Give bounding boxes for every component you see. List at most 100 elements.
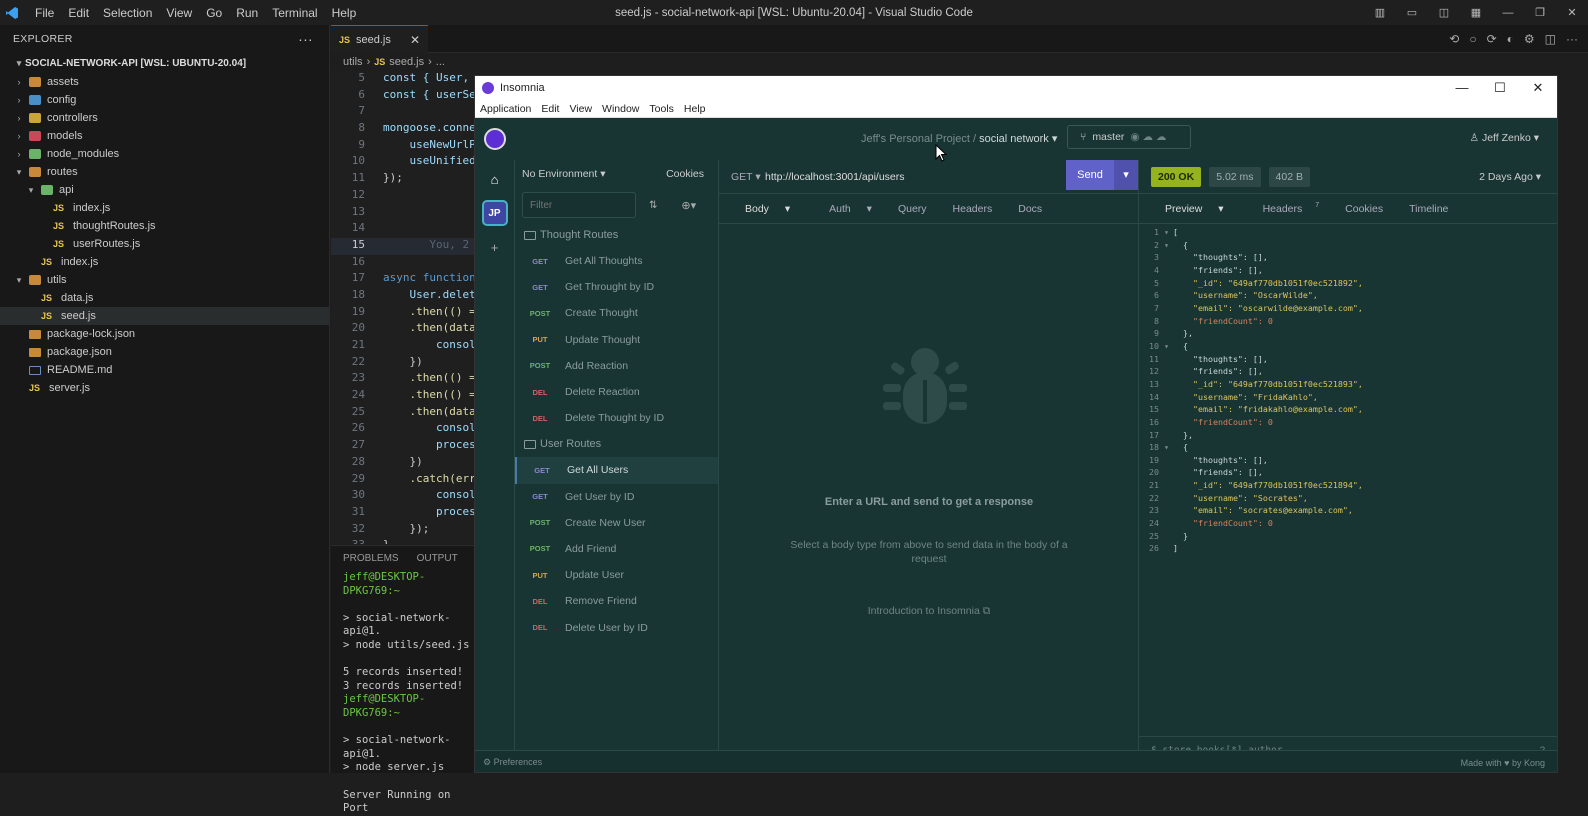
back-icon[interactable]: ○ [1469,32,1476,46]
tree-item[interactable]: JS index.js [0,199,329,217]
request-item[interactable]: POST Add Friend [515,536,718,562]
add-request-icon[interactable]: ⊕▾ [681,199,696,212]
tab-seed-js[interactable]: JS seed.js ✕ [331,25,428,53]
terminal-output[interactable]: jeff@DESKTOP-DPKG769:~ > social-network-a… [331,571,476,816]
menu-view[interactable]: View [159,6,199,20]
tree-item[interactable]: JS data.js [0,289,329,307]
request-item[interactable]: DEL Remove Friend [515,588,718,614]
url-input[interactable]: http://localhost:3001/api/users [765,171,905,183]
close-icon[interactable]: ✕ [1519,80,1557,96]
tree-item[interactable]: › config [0,91,329,109]
menu-selection[interactable]: Selection [96,6,159,20]
preferences-button[interactable]: ⚙ Preferences [483,757,542,768]
tab-docs[interactable]: Docs [1005,203,1055,215]
settings-icon[interactable]: ⚙ [1524,32,1535,46]
insomnia-home-icon[interactable] [475,118,515,160]
menu-help[interactable]: Help [325,6,364,20]
menu-terminal[interactable]: Terminal [265,6,324,20]
tree-item[interactable]: ▾ utils [0,271,329,289]
tab-cookies[interactable]: Cookies [1332,203,1396,215]
tree-item[interactable]: › models [0,127,329,145]
breadcrumb-utils[interactable]: utils [343,56,363,68]
menu-file[interactable]: File [28,6,61,20]
tab-body[interactable]: Body ▾ [719,203,803,215]
panel-toggle-icon[interactable]: ▭ [1402,6,1422,19]
minimize-icon[interactable]: — [1443,80,1481,96]
sort-icon[interactable]: ⇅ [649,200,657,211]
layout-toggle-icon[interactable]: ▥ [1370,6,1390,19]
tree-item[interactable]: JS seed.js [0,307,329,325]
environment-select[interactable]: No Environment [522,168,597,180]
restore-icon[interactable]: ❐ [1530,6,1550,19]
close-icon[interactable]: ✕ [1562,6,1582,19]
menu-edit[interactable]: Edit [61,6,96,20]
json-preview[interactable]: 1 ▾[2 ▾ {3 "thoughts": [], 4 "friends": [… [1139,226,1557,555]
request-item[interactable]: GET Get User by ID [515,484,718,510]
timeline-icon[interactable]: ⟲ [1449,32,1459,46]
more-actions-icon[interactable]: ··· [298,31,313,47]
tab-output[interactable]: OUTPUT [417,553,458,564]
request-item[interactable]: PUT Update Thought [515,327,718,353]
tree-item[interactable]: JS userRoutes.js [0,235,329,253]
git-branch-button[interactable]: ⑂ master ◉ ☁ ☁ [1067,125,1191,149]
project-name[interactable]: Jeff's Personal Project [861,133,970,145]
maximize-icon[interactable]: ☐ [1481,80,1519,96]
request-item[interactable]: POST Create Thought [515,300,718,326]
cookies-button[interactable]: Cookies [666,168,704,180]
tree-item[interactable]: JS server.js [0,379,329,397]
tab-auth[interactable]: Auth ▾ [803,203,885,215]
tree-item[interactable]: package.json [0,343,329,361]
tree-item[interactable]: JS index.js [0,253,329,271]
forward-icon[interactable]: ⟳ [1487,32,1497,46]
method-select[interactable]: GET ▾ [719,171,765,183]
tree-item[interactable]: › controllers [0,109,329,127]
tree-item[interactable]: README.md [0,361,329,379]
request-item[interactable]: GET Get All Thoughts [515,248,718,274]
request-item[interactable]: GET Get All Users [515,457,718,484]
chevron-down-icon[interactable]: ▾ [1114,160,1138,190]
close-tab-icon[interactable]: ✕ [410,33,420,47]
request-item[interactable]: POST Create New User [515,510,718,536]
request-item[interactable]: DEL Delete Reaction [515,379,718,405]
workspace-root[interactable]: ▾ SOCIAL-NETWORK-API [WSL: UBUNTU-20.04] [0,53,329,73]
ins-menu-tools[interactable]: Tools [644,103,679,115]
ins-menu-help[interactable]: Help [679,103,711,115]
send-button[interactable]: Send ▾ [1066,160,1138,190]
breadcrumb-symbol[interactable]: ... [436,56,445,68]
project-breadcrumb[interactable]: Jeff's Personal Project / social network… [861,132,1057,145]
minimize-icon[interactable]: — [1498,7,1518,19]
tree-item[interactable]: › node_modules [0,145,329,163]
breadcrumb-file[interactable]: seed.js [389,56,424,68]
tree-item[interactable]: ▾ api [0,181,329,199]
request-item[interactable]: POST Add Reaction [515,353,718,379]
user-menu[interactable]: ♙ Jeff Zenko ▾ [1470,132,1539,144]
more-icon[interactable]: ··· [1566,32,1578,46]
tree-item[interactable]: package-lock.json [0,325,329,343]
tab-problems[interactable]: PROBLEMS [343,553,399,564]
tab-resp-headers[interactable]: Headers 7 [1237,202,1333,215]
run-icon[interactable]: ◐ [1507,32,1514,46]
history-dropdown[interactable]: 2 Days Ago ▾ [1479,171,1541,183]
ins-menu-view[interactable]: View [564,103,597,115]
menu-go[interactable]: Go [199,6,229,20]
tab-preview[interactable]: Preview ▾ [1139,203,1237,215]
request-item[interactable]: GET Get Throught by ID [515,274,718,300]
tab-query[interactable]: Query [885,203,940,215]
ins-menu-window[interactable]: Window [597,103,644,115]
request-folder[interactable]: Thought Routes [515,222,718,248]
add-workspace-icon[interactable]: + [482,234,508,260]
intro-link[interactable]: Introduction to Insomnia ⧉ [719,605,1139,618]
tree-item[interactable]: ▾ routes [0,163,329,181]
menu-run[interactable]: Run [229,6,265,20]
sidebar-toggle-icon[interactable]: ◫ [1434,6,1454,19]
code-editor[interactable]: 5 const { User, Thought } = require('./mo… [331,71,476,544]
workspace-avatar[interactable]: JP [481,200,508,226]
ins-menu-application[interactable]: Application [475,103,536,115]
ins-menu-edit[interactable]: Edit [536,103,564,115]
split-editor-icon[interactable]: ◫ [1545,32,1556,46]
tree-item[interactable]: JS thoughtRoutes.js [0,217,329,235]
collection-name[interactable]: social network [979,133,1049,145]
tab-timeline[interactable]: Timeline [1396,203,1461,215]
customize-layout-icon[interactable]: ▦ [1466,6,1486,19]
request-folder[interactable]: User Routes [515,431,718,457]
